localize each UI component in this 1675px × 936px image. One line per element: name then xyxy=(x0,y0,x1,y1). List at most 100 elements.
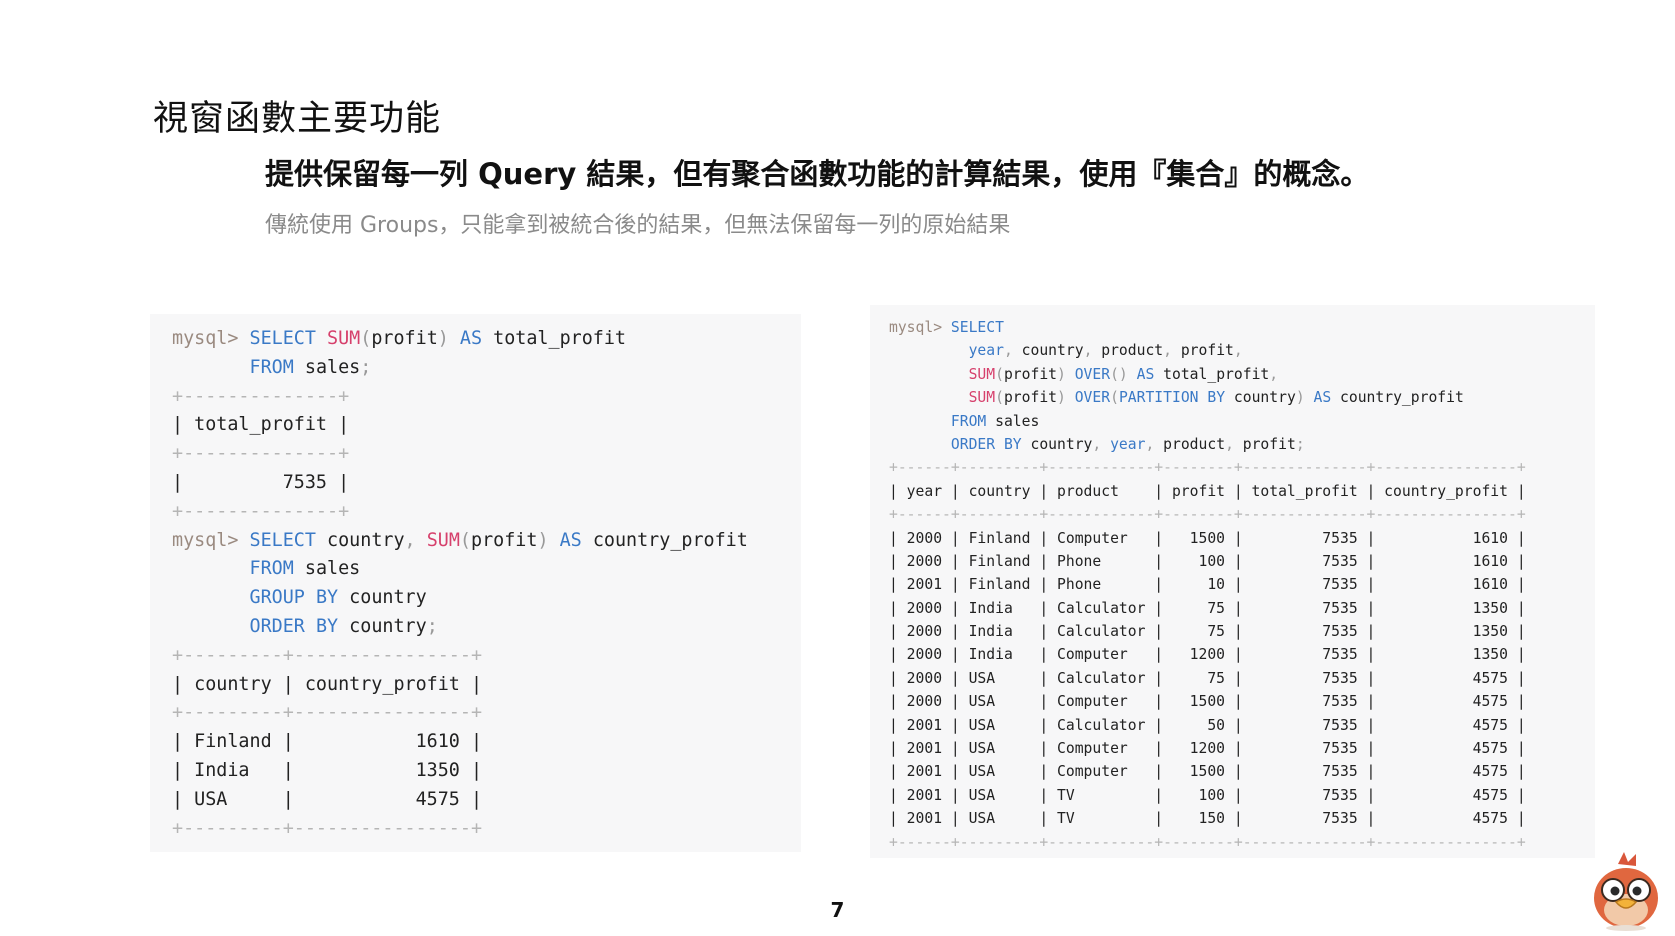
code-text: | 2000 | India | Calculator | 75 | 7535 … xyxy=(889,623,1526,641)
code-text: | 7535 | xyxy=(172,471,350,493)
sql-keyword: AS xyxy=(1136,365,1164,383)
code-line: | India | 1350 | xyxy=(172,757,801,786)
sql-punctuation: , xyxy=(1003,342,1022,360)
slide-title: 視窗函數主要功能 xyxy=(153,99,442,139)
code-text: | 2000 | Finland | Phone | 100 | 7535 | … xyxy=(889,552,1526,570)
code-text: profit xyxy=(471,529,538,551)
table-border: +------+---------+------------+--------+… xyxy=(889,506,1526,524)
code-line: +------+---------+------------+--------+… xyxy=(889,831,1595,854)
code-line: | 2000 | USA | Calculator | 75 | 7535 | … xyxy=(889,667,1595,690)
code-text: | total_profit | xyxy=(172,414,350,436)
sql-function: SUM xyxy=(968,389,996,407)
code-panel-group-by: mysql> SELECT SUM(profit) AS total_profi… xyxy=(150,314,801,852)
table-border: +---------+----------------+ xyxy=(172,644,483,666)
code-line: mysql> SELECT SUM(profit) AS total_profi… xyxy=(172,325,801,354)
code-line: | 2001 | USA | TV | 150 | 7535 | 4575 | xyxy=(889,807,1595,830)
sql-punctuation: ; xyxy=(1295,435,1305,453)
code-text: profit xyxy=(371,328,438,349)
sql-punctuation: ) xyxy=(1295,389,1314,407)
code-text: product xyxy=(1101,342,1164,360)
sql-keyword: GROUP BY xyxy=(249,587,350,609)
code-line: | total_profit | xyxy=(172,411,801,440)
sql-punctuation: , xyxy=(1269,365,1279,383)
code-line: | 2000 | USA | Computer | 1500 | 7535 | … xyxy=(889,690,1595,713)
code-text: sales xyxy=(304,558,361,580)
code-line: FROM sales; xyxy=(172,354,801,383)
code-text: product xyxy=(1163,435,1226,453)
sql-punctuation: ( xyxy=(1110,389,1119,407)
code-line: | year | country | product | profit | to… xyxy=(889,480,1595,503)
code-text: total_profit xyxy=(1163,365,1270,383)
code-line: SUM(profit) OVER() AS total_profit, xyxy=(889,363,1595,386)
code-text: country xyxy=(349,587,427,609)
code-text: country xyxy=(349,615,427,637)
table-border: +---------+----------------+ xyxy=(172,702,483,724)
sql-punctuation: , xyxy=(1225,435,1243,453)
table-border: +--------------+ xyxy=(172,500,350,522)
sql-punctuation: , xyxy=(1145,435,1164,453)
code-text: | USA | 4575 | xyxy=(172,788,483,810)
code-text: | year | country | product | profit | to… xyxy=(889,482,1526,500)
code-line: +--------------+ xyxy=(172,498,801,527)
table-border: +--------------+ xyxy=(172,443,350,465)
sql-keyword: OVER xyxy=(1074,389,1111,407)
code-line: | 7535 | xyxy=(172,469,801,498)
code-line: +---------+----------------+ xyxy=(172,815,801,844)
code-line: | 2000 | India | Computer | 1200 | 7535 … xyxy=(889,643,1595,666)
code-text: sales xyxy=(304,356,361,378)
code-line: | 2000 | Finland | Phone | 100 | 7535 | … xyxy=(889,550,1595,573)
code-line: | 2000 | India | Calculator | 75 | 7535 … xyxy=(889,620,1595,643)
code-line: GROUP BY country xyxy=(172,584,801,613)
sql-punctuation: ) xyxy=(537,529,560,551)
code-line: | Finland | 1610 | xyxy=(172,728,801,757)
code-text: country_profit xyxy=(592,529,748,551)
sql-keyword: ORDER BY xyxy=(950,435,1031,453)
table-border: +--------------+ xyxy=(172,385,350,407)
code-line: FROM sales xyxy=(172,555,801,584)
sql-punctuation: ( xyxy=(995,389,1004,407)
sql-keyword: AS xyxy=(559,529,593,551)
code-line: | 2001 | USA | Computer | 1500 | 7535 | … xyxy=(889,760,1595,783)
sql-punctuation: () xyxy=(1110,365,1137,383)
code-text: profit xyxy=(1180,342,1234,360)
code-text: | 2000 | India | Computer | 1200 | 7535 … xyxy=(889,646,1526,664)
code-text: profit xyxy=(1003,389,1058,407)
table-border: +------+---------+------------+--------+… xyxy=(889,459,1526,477)
code-text: | 2001 | USA | TV | 100 | 7535 | 4575 | xyxy=(889,786,1526,804)
sql-function: SUM xyxy=(426,529,460,551)
sql-punctuation: ( xyxy=(459,529,471,551)
code-line: | 2001 | USA | Calculator | 50 | 7535 | … xyxy=(889,714,1595,737)
code-text: | 2001 | USA | TV | 150 | 7535 | 4575 | xyxy=(889,810,1526,828)
code-line: | USA | 4575 | xyxy=(172,786,801,815)
code-text: total_profit xyxy=(493,328,627,349)
code-text: | 2001 | USA | Computer | 1500 | 7535 | … xyxy=(889,763,1526,781)
table-border: +------+---------+------------+--------+… xyxy=(889,833,1526,851)
sql-keyword: FROM xyxy=(249,558,305,580)
code-text: country xyxy=(327,529,405,551)
sql-keyword: AS xyxy=(1313,389,1341,407)
code-line: +---------+----------------+ xyxy=(172,699,801,728)
code-text: | India | 1350 | xyxy=(172,759,483,781)
code-text: | Finland | 1610 | xyxy=(172,731,483,753)
code-line: mysql> SELECT xyxy=(889,316,1595,339)
sql-prompt: mysql> xyxy=(172,529,250,551)
code-line: ORDER BY country; xyxy=(172,613,801,642)
cartoon-bird-mascot-icon xyxy=(1594,852,1658,931)
code-text: | 2000 | Finland | Computer | 1500 | 753… xyxy=(889,529,1526,547)
code-line: | 2001 | USA | Computer | 1200 | 7535 | … xyxy=(889,737,1595,760)
code-text: | 2000 | India | Calculator | 75 | 7535 … xyxy=(889,599,1526,617)
code-line: ORDER BY country, year, product, profit; xyxy=(889,433,1595,456)
code-text: profit xyxy=(1242,435,1296,453)
code-text: sales xyxy=(995,412,1040,430)
sql-punctuation: , xyxy=(1083,342,1102,360)
code-line: +--------------+ xyxy=(172,440,801,469)
code-line: FROM sales xyxy=(889,410,1595,433)
sql-punctuation: , xyxy=(1163,342,1181,360)
code-panel-window-function: mysql> SELECT year, country, product, pr… xyxy=(870,305,1595,858)
